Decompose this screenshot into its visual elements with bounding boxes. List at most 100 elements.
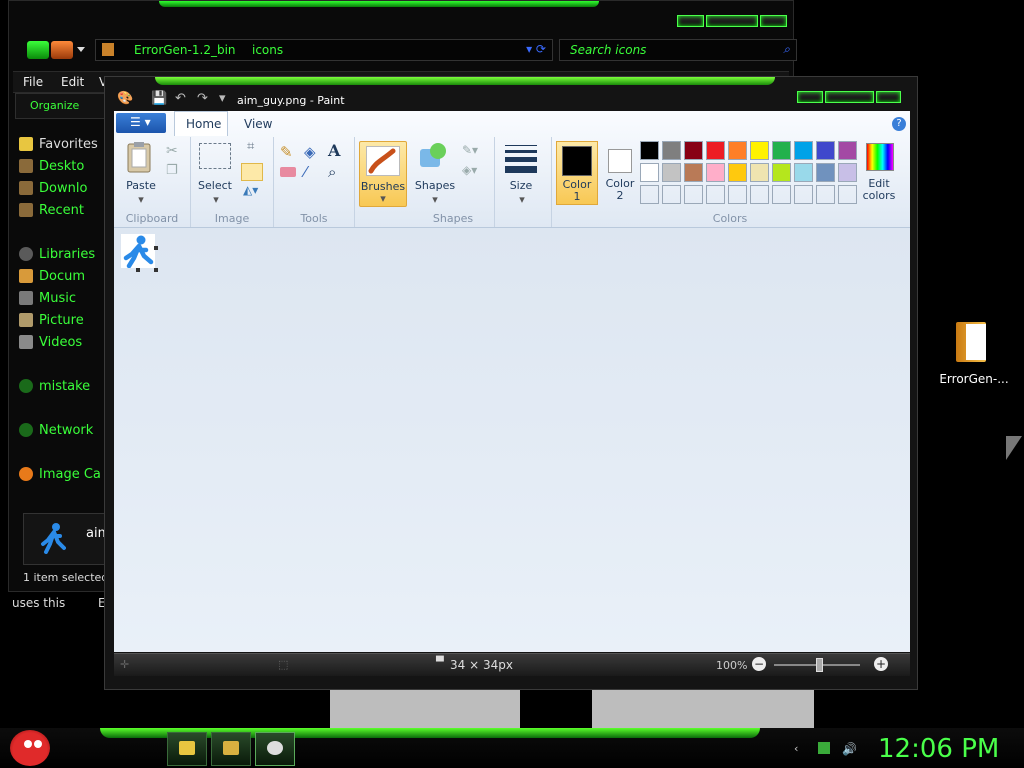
refresh-icon[interactable]: ▾ ⟳ (526, 42, 546, 56)
palette-swatch[interactable] (750, 141, 769, 160)
copy-icon[interactable]: ❐ (166, 163, 178, 178)
maximize-button[interactable] (706, 15, 758, 27)
tab-home[interactable]: Home (174, 111, 228, 136)
select-dropdown-icon[interactable]: ▾ (209, 193, 223, 206)
search-input[interactable]: Search icons (570, 43, 646, 57)
zoom-slider-thumb[interactable] (816, 658, 823, 672)
outline-icon[interactable]: ✎▾ (462, 143, 478, 157)
color2-button[interactable]: Color 2 (600, 141, 640, 203)
maximize-button[interactable] (824, 91, 874, 103)
custom-color-slot[interactable] (794, 185, 813, 204)
menu-edit[interactable]: Edit (61, 75, 84, 89)
custom-color-slot[interactable] (684, 185, 703, 204)
size-icon[interactable] (505, 145, 537, 173)
start-button-angry-bird-icon[interactable] (10, 730, 50, 766)
breadcrumb-item[interactable]: icons (252, 43, 283, 57)
action-center-icon[interactable] (818, 742, 830, 754)
save-icon[interactable]: 💾 (151, 91, 167, 106)
organize-button[interactable]: Organize (15, 93, 112, 119)
desktop-icon-errorgen[interactable]: ErrorGen-... (934, 322, 1014, 392)
minimize-button[interactable] (677, 15, 704, 27)
custom-color-slot[interactable] (816, 185, 835, 204)
shape-fill-icon[interactable]: ◈▾ (462, 163, 477, 177)
palette-swatch[interactable] (772, 163, 791, 182)
palette-swatch[interactable] (772, 141, 791, 160)
shapes-dropdown-icon[interactable]: ▾ (428, 193, 442, 206)
cut-icon[interactable]: ✂ (166, 143, 178, 159)
zoom-in-button[interactable]: + (874, 657, 888, 671)
paste-dropdown-icon[interactable]: ▾ (134, 193, 148, 206)
search-box[interactable]: Search icons ⌕ (559, 39, 797, 61)
palette-swatch[interactable] (794, 141, 813, 160)
paste-button[interactable] (124, 141, 156, 177)
search-icon[interactable]: ⌕ (783, 42, 790, 57)
select-icon[interactable] (199, 143, 231, 169)
paint-menu-button[interactable]: ☰ ▾ (116, 113, 166, 133)
text-icon[interactable]: A (328, 141, 340, 160)
minimize-button[interactable] (797, 91, 823, 103)
resize-handle[interactable] (154, 246, 158, 250)
shapes-icon[interactable] (418, 141, 448, 171)
custom-color-slot[interactable] (728, 185, 747, 204)
size-label[interactable]: Size (501, 179, 541, 192)
tab-view[interactable]: View (234, 111, 278, 135)
eraser-icon[interactable] (280, 167, 296, 177)
paint-app-icon[interactable]: 🎨 (117, 91, 133, 106)
help-button[interactable]: ? (892, 117, 906, 131)
forward-button[interactable] (51, 41, 73, 59)
palette-swatch[interactable] (706, 141, 725, 160)
customize-qat-icon[interactable]: ▾ (219, 91, 226, 106)
palette-swatch[interactable] (662, 141, 681, 160)
recent-pages-dropdown-icon[interactable] (77, 47, 85, 52)
back-button[interactable] (27, 41, 49, 59)
custom-color-slot[interactable] (750, 185, 769, 204)
palette-swatch[interactable] (838, 163, 857, 182)
magnifier-icon[interactable]: ⌕ (328, 163, 336, 181)
image-canvas[interactable] (121, 234, 155, 269)
color1-button[interactable]: Color 1 (556, 141, 598, 205)
palette-swatch[interactable] (640, 141, 659, 160)
zoom-out-button[interactable]: − (752, 657, 766, 671)
palette-swatch[interactable] (838, 141, 857, 160)
crop-icon[interactable]: ⌗ (247, 139, 254, 154)
edit-colors-button[interactable]: Edit colors (858, 141, 904, 203)
palette-swatch[interactable] (684, 163, 703, 182)
pencil-icon[interactable]: ✎ (280, 143, 293, 161)
palette-swatch[interactable] (662, 163, 681, 182)
rotate-icon[interactable]: ◭▾ (243, 183, 258, 197)
fill-icon[interactable]: ◈ (304, 143, 316, 161)
size-dropdown-icon[interactable]: ▾ (515, 193, 529, 206)
palette-swatch[interactable] (816, 163, 835, 182)
custom-color-slot[interactable] (772, 185, 791, 204)
brushes-button[interactable]: Brushes ▾ (359, 141, 407, 207)
palette-swatch[interactable] (684, 141, 703, 160)
close-button[interactable] (760, 15, 787, 27)
breadcrumb-item[interactable]: ErrorGen-1.2_bin (134, 43, 236, 57)
custom-color-slot[interactable] (640, 185, 659, 204)
palette-swatch[interactable] (794, 163, 813, 182)
color-picker-icon[interactable]: ⁄ (304, 163, 307, 181)
palette-swatch[interactable] (750, 163, 769, 182)
taskbar-explorer-button[interactable] (167, 732, 207, 766)
custom-color-slot[interactable] (838, 185, 857, 204)
taskbar-paint-button[interactable] (255, 732, 295, 766)
volume-icon[interactable]: 🔊 (842, 742, 857, 756)
undo-icon[interactable]: ↶ (175, 91, 186, 106)
close-button[interactable] (875, 91, 901, 103)
resize-handle[interactable] (136, 268, 140, 272)
palette-swatch[interactable] (816, 141, 835, 160)
redo-icon[interactable]: ↷ (197, 91, 208, 106)
palette-swatch[interactable] (640, 163, 659, 182)
palette-swatch[interactable] (706, 163, 725, 182)
resize-handle[interactable] (154, 268, 158, 272)
menu-file[interactable]: File (23, 75, 43, 89)
select-label[interactable]: Select (195, 179, 235, 192)
taskbar-clock[interactable]: 12:06 PM (878, 734, 999, 764)
paste-label[interactable]: Paste (118, 179, 164, 192)
resize-icon[interactable] (241, 163, 263, 181)
shapes-label[interactable]: Shapes (414, 179, 456, 192)
custom-color-slot[interactable] (662, 185, 681, 204)
canvas-area[interactable] (114, 228, 910, 652)
custom-color-slot[interactable] (706, 185, 725, 204)
taskbar-zip-button[interactable] (211, 732, 251, 766)
